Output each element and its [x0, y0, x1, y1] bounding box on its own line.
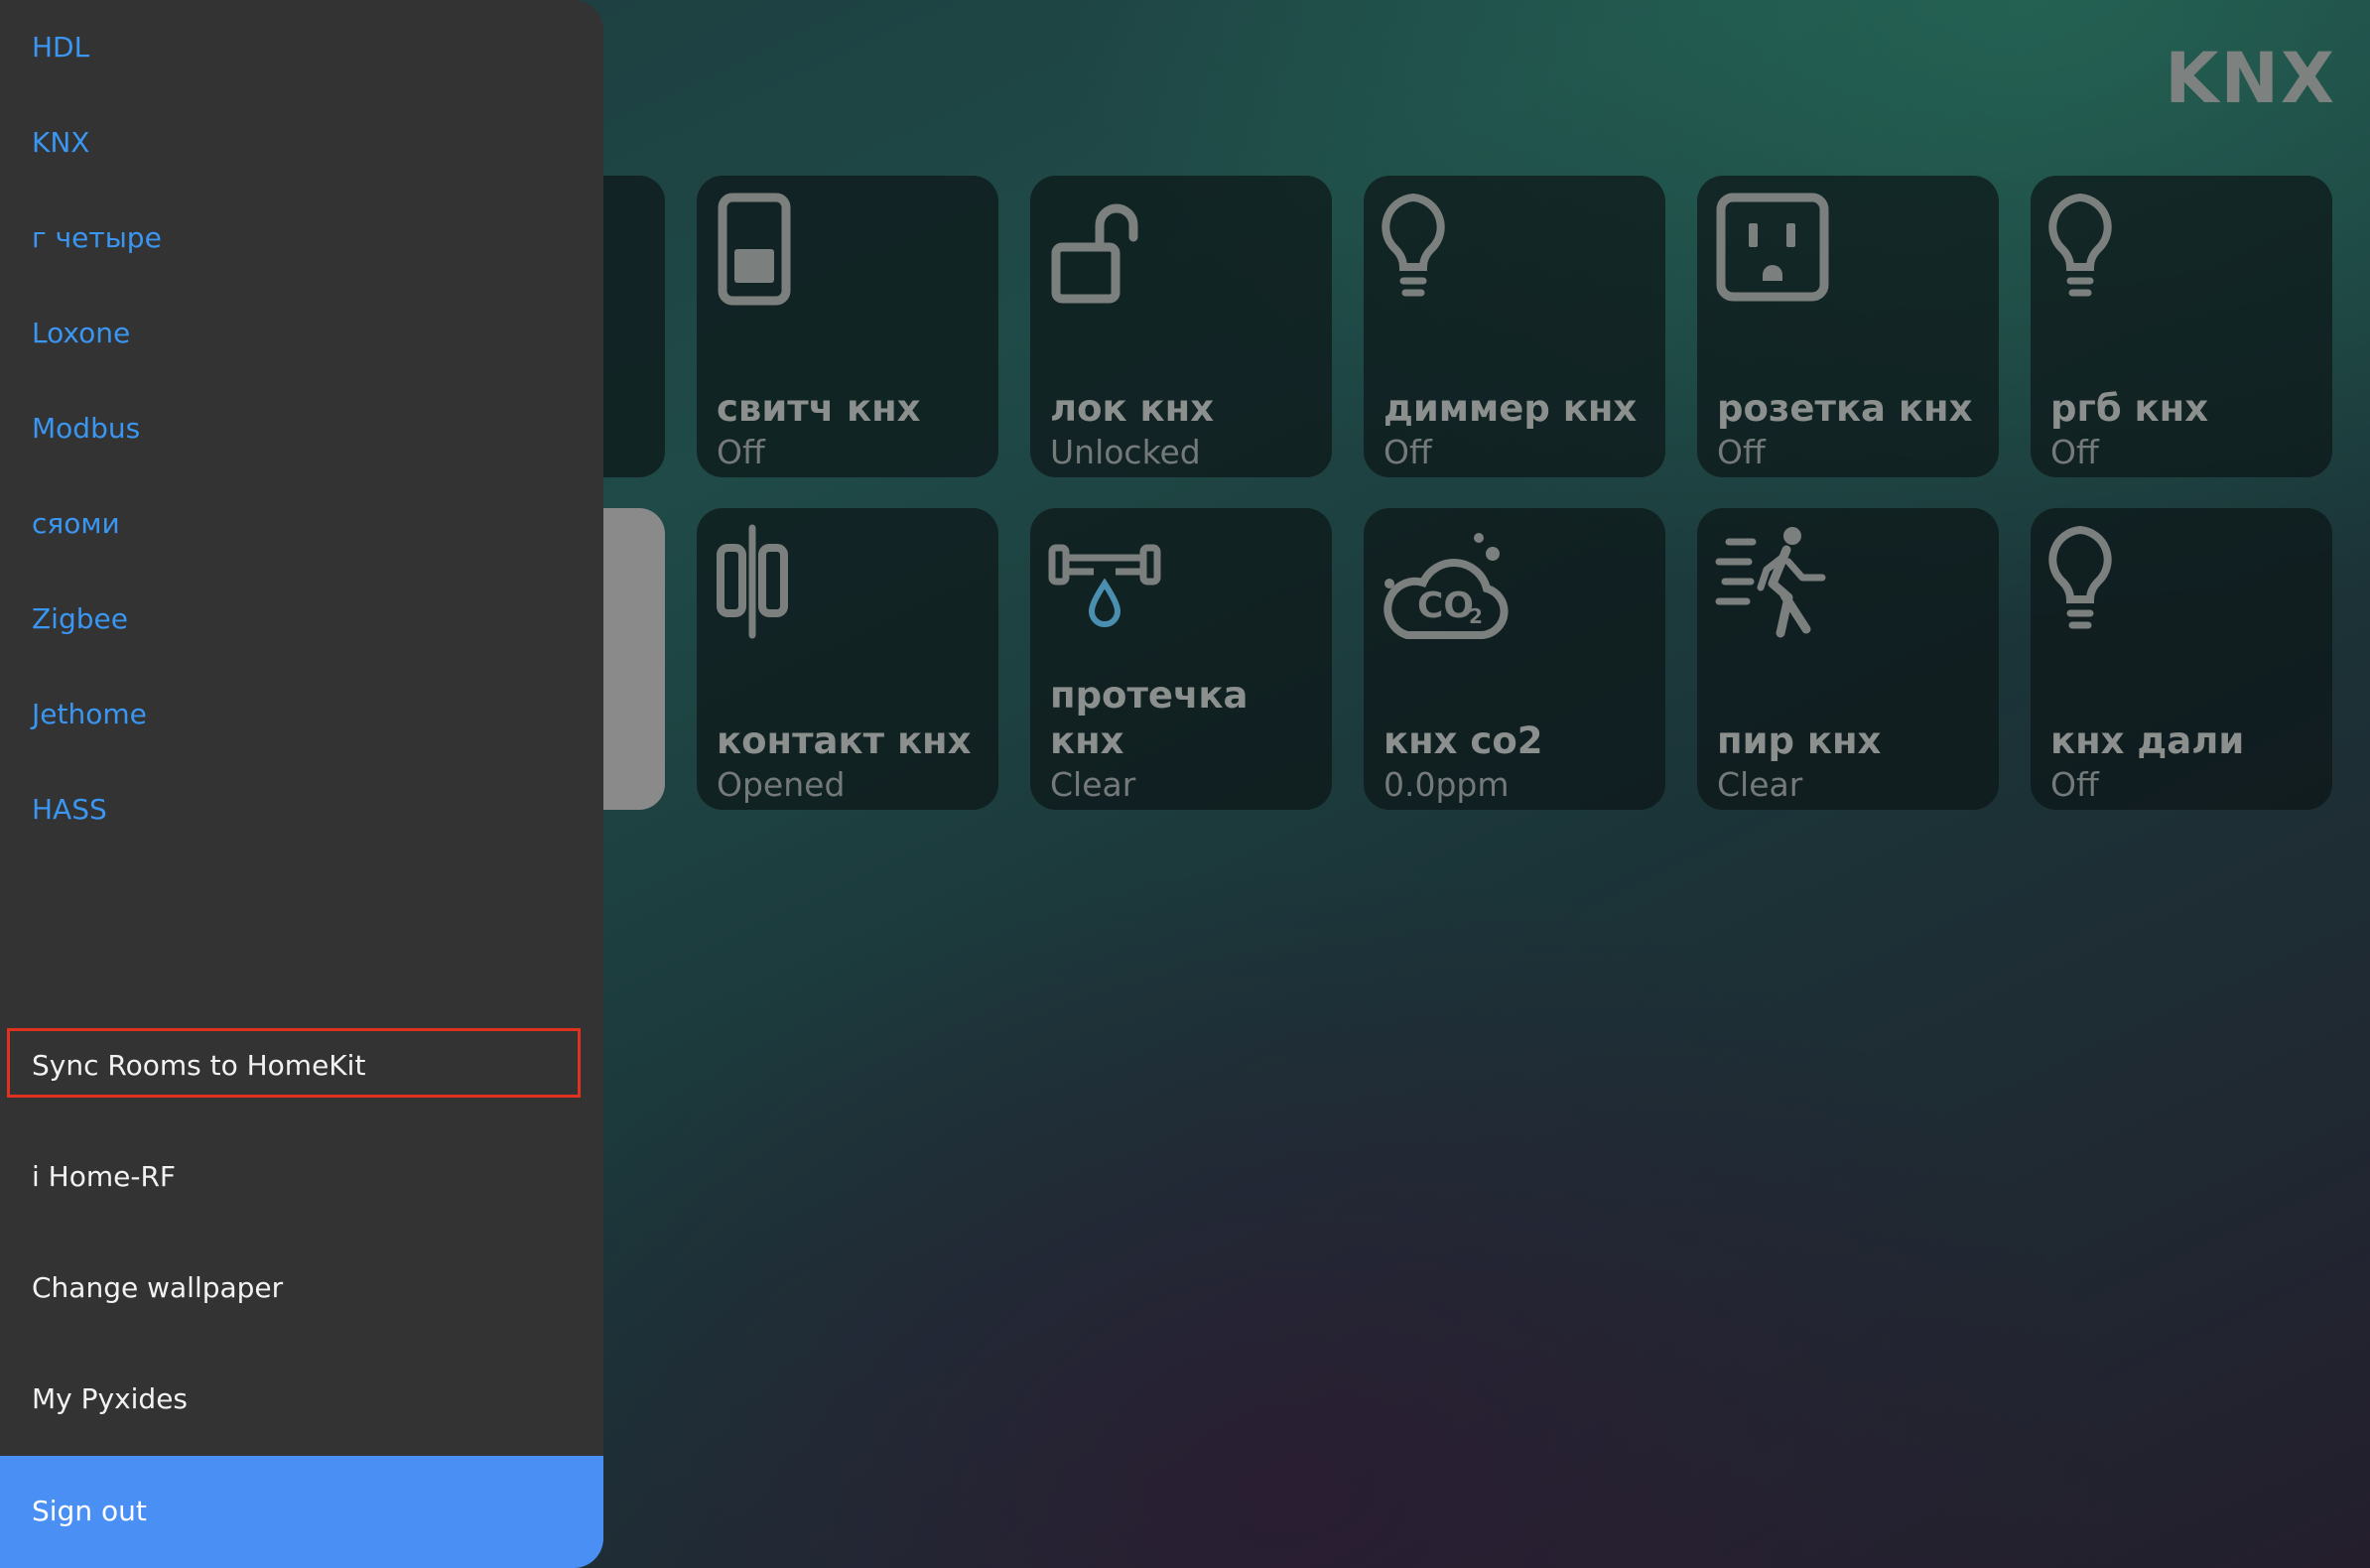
svg-text:CO: CO [1417, 586, 1474, 626]
device-tile-rgb[interactable]: ргб кнх Off [2031, 176, 2332, 477]
device-tile-leak[interactable]: протечка кнх Clear [1030, 508, 1332, 810]
device-state: Off [1717, 433, 1766, 471]
device-state: Off [1383, 433, 1432, 471]
device-tile-co2[interactable]: CO 2 кнх co2 0.0ppm [1364, 508, 1665, 810]
sidebar-item-hass[interactable]: HASS [32, 790, 107, 830]
sidebar-item-jethome[interactable]: Jethome [32, 695, 147, 734]
device-tile-outlet[interactable]: розетка кнх Off [1697, 176, 1999, 477]
device-name: свитч кнх [717, 387, 921, 430]
change-wallpaper-button[interactable]: Change wallpaper [32, 1268, 283, 1308]
device-name: кнх дали [2050, 719, 2245, 762]
switch-icon [715, 193, 844, 313]
device-name: кнх co2 [1383, 719, 1543, 762]
device-tile-pir[interactable]: пир кнх Clear [1697, 508, 1999, 810]
sidebar-item-loxone[interactable]: Loxone [32, 314, 130, 353]
device-name: пир кнх [1717, 719, 1882, 762]
sync-rooms-homekit-button[interactable]: Sync Rooms to HomeKit [32, 1046, 365, 1086]
main-title: KNX [2165, 38, 2336, 119]
device-name: ргб кнх [2050, 387, 2209, 430]
device-tile-dimmer[interactable]: диммер кнх Off [1364, 176, 1665, 477]
co2-cloud-icon: CO 2 [1382, 526, 1511, 645]
device-state: Off [717, 433, 765, 471]
lightbulb-icon [2048, 193, 2177, 313]
svg-text:2: 2 [1469, 604, 1483, 628]
device-state: Opened [717, 765, 846, 804]
sidebar-item-xiaomi[interactable]: сяоми [32, 504, 120, 544]
device-tile-switch[interactable]: свитч кнх Off [697, 176, 998, 477]
device-name: протечка кнх [1050, 674, 1249, 762]
device-name: контакт кнх [717, 719, 972, 762]
lightbulb-icon [1382, 193, 1511, 313]
device-state: 0.0ppm [1383, 765, 1510, 804]
sidebar-item-g-chetyre[interactable]: г четыре [32, 218, 162, 258]
sign-out-button[interactable]: Sign out [0, 1456, 603, 1568]
device-state: Unlocked [1050, 433, 1201, 471]
device-name: лок кнх [1050, 387, 1215, 430]
ihome-rf-button[interactable]: i Home-RF [32, 1157, 176, 1197]
motion-sensor-icon [1715, 526, 1844, 645]
device-state: Clear [1050, 765, 1136, 804]
contact-sensor-icon [715, 524, 844, 645]
device-state: Off [2050, 433, 2099, 471]
device-tile-contact[interactable]: контакт кнх Opened [697, 508, 998, 810]
sidebar: HDL KNX г четыре Loxone Modbus сяоми Zig… [0, 0, 603, 1568]
device-name: диммер кнх [1383, 387, 1638, 430]
lightbulb-icon [2048, 525, 2177, 645]
sidebar-item-zigbee[interactable]: Zigbee [32, 599, 128, 639]
outlet-icon [1715, 193, 1844, 313]
device-state: Clear [1717, 765, 1803, 804]
device-tile-dali[interactable]: кнх дали Off [2031, 508, 2332, 810]
device-tile-lock[interactable]: лок кнх Unlocked [1030, 176, 1332, 477]
sign-out-label: Sign out [32, 1495, 147, 1527]
leak-sensor-icon [1048, 526, 1177, 645]
device-name: розетка кнх [1717, 387, 1973, 430]
sidebar-item-modbus[interactable]: Modbus [32, 409, 140, 449]
device-state: Off [2050, 765, 2099, 804]
sidebar-item-knx[interactable]: KNX [32, 123, 90, 163]
lock-open-icon [1048, 194, 1177, 313]
my-pyxides-button[interactable]: My Pyxides [32, 1379, 188, 1419]
sidebar-item-hdl[interactable]: HDL [32, 28, 89, 67]
